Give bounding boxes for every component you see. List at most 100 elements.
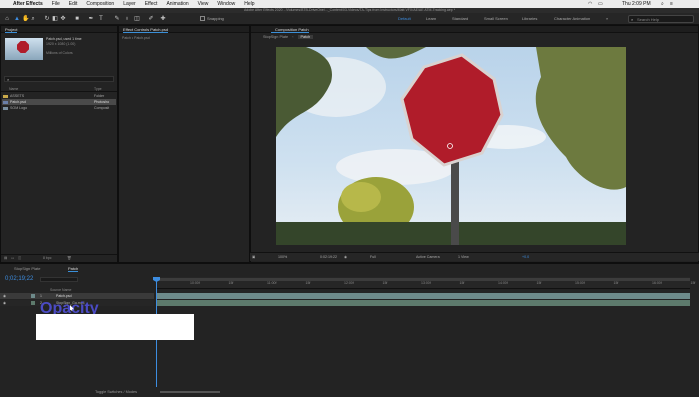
app-menu[interactable]: After Effects [13, 1, 43, 7]
project-column-header: Name Type [1, 86, 117, 92]
type-tool-icon[interactable]: T [98, 16, 104, 22]
puppet-tool-icon[interactable]: ✚ [160, 16, 166, 22]
ruler-tick-label: 14:00f [498, 281, 508, 285]
menu-animation[interactable]: Animation [166, 1, 188, 7]
eraser-tool-icon[interactable]: ◫ [134, 16, 140, 22]
thumb-colors: Millions of Colors [46, 51, 73, 55]
composition-viewer[interactable] [276, 47, 626, 245]
rotate-tool-icon[interactable]: ↻ [44, 16, 50, 22]
project-item-name: Patch.psd [10, 100, 26, 104]
menu-window[interactable]: Window [217, 1, 235, 7]
footage-frame [276, 47, 626, 245]
project-item[interactable]: SOM Logo Composit [2, 105, 116, 111]
camera-tool-icon[interactable]: ◧ [52, 16, 58, 22]
menu-search-icon[interactable]: ⌕ [661, 1, 664, 7]
tab-effect-controls[interactable]: Effect Controls Patch.psd [123, 27, 169, 33]
effect-controls-subtitle: Patch • Patch.psd [122, 36, 150, 40]
tab-composition[interactable]: Composition Patch [271, 27, 309, 33]
always-preview-icon[interactable]: ▣ [252, 255, 255, 259]
visibility-eye-icon[interactable]: ◉ [3, 293, 6, 299]
timecode-display[interactable]: 0:02:19:22 [320, 255, 337, 259]
workspace-small-screen[interactable]: Small Screen [484, 16, 508, 21]
view-layout-select[interactable]: 1 View [458, 255, 469, 259]
ruler-tick-label: 16:00f [652, 281, 662, 285]
project-item-name: SOM Logo [10, 106, 28, 110]
hand-tool-icon[interactable]: ✋ [22, 16, 29, 22]
workspace-menu-icon[interactable]: » [606, 16, 608, 21]
timeline-layer-row[interactable]: ◉ 1 Patch.psd [0, 293, 154, 299]
zoom-select[interactable]: 100% [278, 255, 287, 259]
brush-tool-icon[interactable]: ✎ [114, 16, 120, 22]
roto-brush-icon[interactable]: ✐ [148, 16, 154, 22]
camera-select[interactable]: Active Camera [416, 255, 440, 259]
clock[interactable]: Thu 2:09 PM [622, 1, 651, 7]
timeline-zoom-slider[interactable] [160, 391, 220, 393]
battery-icon[interactable]: ▭ [598, 1, 603, 7]
tab-composition-label: Composition Patch [275, 27, 309, 32]
folder-icon [3, 94, 8, 98]
timeline-timecode[interactable]: 0;02;19;22 [5, 276, 33, 282]
workspace-character-animation[interactable]: Character Animation [554, 16, 590, 21]
effect-tabbar: Effect Controls Patch.psd [119, 26, 249, 33]
layer-duration-bar[interactable] [156, 300, 690, 306]
shape-tool-icon[interactable]: ■ [74, 16, 80, 22]
project-tabbar: Project [1, 26, 117, 33]
label-color-swatch[interactable] [31, 294, 35, 298]
menu-effect[interactable]: Effect [145, 1, 158, 7]
snapping-checkbox[interactable] [200, 16, 205, 21]
menu-view[interactable]: View [198, 1, 209, 7]
col-name[interactable]: Name [9, 87, 18, 91]
workspace-default[interactable]: Default [398, 16, 411, 21]
timeline-tab-stopsign[interactable]: StopSign Plate [14, 266, 40, 271]
thumb-used: , used 1 time [61, 37, 82, 41]
search-help-field[interactable]: ⌕ Search Help [628, 15, 694, 23]
visibility-eye-icon[interactable]: ◉ [3, 300, 6, 306]
pan-behind-tool-icon[interactable]: ✥ [60, 16, 66, 22]
pen-tool-icon[interactable]: ✒ [88, 16, 94, 22]
tutorial-overlay-title: Opacity [40, 301, 99, 314]
layer-index: 1 [40, 294, 42, 298]
tab-project[interactable]: Project [5, 27, 18, 33]
col-type[interactable]: Type [94, 87, 102, 91]
home-icon[interactable]: ⌂ [4, 16, 10, 22]
menu-help[interactable]: Help [244, 1, 254, 7]
wifi-icon[interactable]: ◠ [588, 1, 592, 7]
comp-controls-bar: ▣ 100% 0:02:19:22 ◉ Full Active Camera 1… [250, 252, 699, 261]
layer-name[interactable]: Patch.psd [56, 293, 72, 299]
exposure-value[interactable]: +0.0 [522, 255, 529, 259]
label-color-swatch[interactable] [31, 301, 35, 305]
zoom-tool-icon[interactable]: ⌕ [30, 16, 36, 22]
subtab-patch[interactable]: Patch [297, 35, 314, 39]
project-search-input[interactable]: ⌕ [4, 76, 114, 82]
menu-list-icon[interactable]: ≡ [670, 1, 673, 7]
trash-icon[interactable]: 🗑 [67, 256, 71, 260]
workspace-standard[interactable]: Standard [452, 16, 468, 21]
col-source-name[interactable]: Source Name [50, 288, 71, 292]
tree-yellow-highlight [341, 182, 381, 212]
layer-duration-bar[interactable] [156, 293, 690, 299]
menu-file[interactable]: File [52, 1, 60, 7]
search-icon: ⌕ [631, 17, 634, 22]
menu-layer[interactable]: Layer [123, 1, 136, 7]
menu-edit[interactable]: Edit [69, 1, 78, 7]
snapshot-icon[interactable]: ◉ [344, 255, 347, 259]
subtab-stopsign-plate[interactable]: StopSign Plate [263, 35, 288, 39]
ruler-tick-label: 10:00f [190, 281, 200, 285]
selection-tool-icon[interactable]: ▲ [14, 16, 20, 22]
timeline-tab-patch[interactable]: Patch [68, 266, 79, 272]
workspace-learn[interactable]: Learn [426, 16, 436, 21]
timeline-footer-label[interactable]: Toggle Switches / Modes [95, 390, 137, 394]
timeline-search-input[interactable] [40, 277, 78, 282]
composition-icon [3, 106, 8, 110]
ruler-tick-label: 15f [536, 281, 542, 285]
resolution-select[interactable]: Full [370, 255, 376, 259]
interpret-footage-icon[interactable]: ▤ [4, 256, 7, 260]
bpc-label[interactable]: 8 bpc [43, 256, 52, 260]
new-folder-icon[interactable]: ▭ [11, 256, 14, 260]
thumb-dims: 1920 x 1080 (1.00) [46, 42, 76, 46]
clone-tool-icon[interactable]: ♁ [124, 16, 130, 22]
workspace-libraries[interactable]: Libraries [522, 16, 537, 21]
project-panel: Project Patch.psd , used 1 time 1920 x 10… [0, 25, 118, 263]
menu-composition[interactable]: Composition [86, 1, 114, 7]
new-comp-icon[interactable]: ◫ [18, 256, 21, 260]
